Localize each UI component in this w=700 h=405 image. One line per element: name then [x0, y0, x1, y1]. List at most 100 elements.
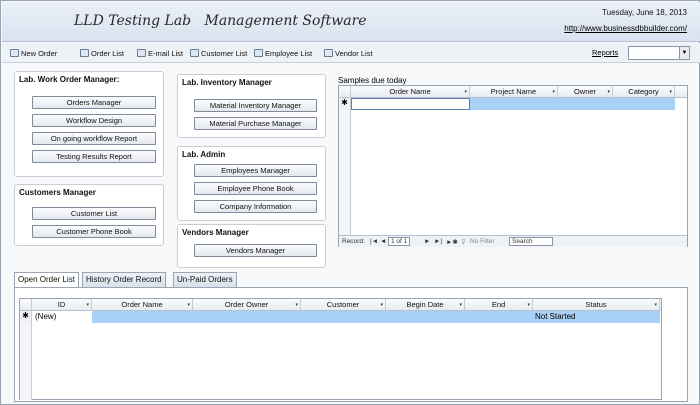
- work-order-panel: Lab. Work Order Manager: Orders Manager …: [14, 71, 164, 177]
- col-label: Project Name: [490, 87, 537, 96]
- col-label: End: [491, 300, 506, 309]
- ongoing-workflow-report-button[interactable]: On going workflow Report: [32, 132, 156, 145]
- workflow-design-button[interactable]: Workflow Design: [32, 114, 156, 127]
- new-record-marker[interactable]: ✱: [339, 98, 351, 110]
- no-filter-label[interactable]: No Filter: [470, 238, 495, 245]
- col-order-name[interactable]: Order Name ▾: [92, 299, 193, 311]
- vendor-list-button[interactable]: Vendor List: [324, 47, 373, 59]
- dropdown-icon[interactable]: ▾: [295, 299, 298, 311]
- col-order-owner[interactable]: Order Owner ▾: [193, 299, 301, 311]
- current-date: Tuesday, June 18, 2013: [602, 8, 687, 17]
- new-row-highlight[interactable]: [470, 98, 675, 110]
- dropdown-icon[interactable]: ▾: [607, 86, 610, 98]
- samples-grid: Order Name ▾ Project Name ▾ Owner ▾ Categor…: [338, 85, 688, 247]
- new-order-label: New Order: [21, 48, 58, 58]
- samples-record-navigator: Record: |◄ ◄ 1 of 1 ► ►| ►✱ ⊽ No Filter …: [339, 235, 687, 247]
- email-icon: [137, 49, 146, 57]
- vendors-manager-button[interactable]: Vendors Manager: [194, 244, 317, 257]
- col-project-name[interactable]: Project Name ▾: [470, 86, 558, 98]
- samples-grid-header: Order Name ▾ Project Name ▾ Owner ▾ Categor…: [339, 86, 687, 98]
- orders-manager-button[interactable]: Orders Manager: [32, 96, 156, 109]
- dropdown-icon[interactable]: ▾: [654, 299, 657, 311]
- col-label: Status: [585, 300, 607, 309]
- dropdown-icon[interactable]: ▾: [552, 86, 555, 98]
- order-list-button[interactable]: Order List: [80, 47, 124, 59]
- tab-unpaid-orders[interactable]: Un-Paid Orders: [173, 272, 237, 287]
- panel-title: Lab. Work Order Manager:: [19, 75, 124, 84]
- employee-list-button[interactable]: Employee List: [254, 47, 312, 59]
- col-label: Owner: [573, 87, 597, 96]
- customer-phone-book-button[interactable]: Customer Phone Book: [32, 225, 156, 238]
- col-id[interactable]: ID ▾: [32, 299, 92, 311]
- panel-title: Lab. Inventory Manager: [182, 78, 276, 87]
- company-information-button[interactable]: Company Information: [194, 200, 317, 213]
- tab-open-order-list[interactable]: Open Order List: [14, 272, 79, 288]
- employees-manager-button[interactable]: Employees Manager: [194, 164, 317, 177]
- col-owner[interactable]: Owner ▾: [558, 86, 613, 98]
- search-box[interactable]: Search: [509, 237, 553, 246]
- employee-list-label: Employee List: [265, 48, 313, 58]
- col-label: Category: [628, 87, 659, 96]
- first-record-icon[interactable]: |◄: [370, 238, 378, 245]
- select-all-cell[interactable]: [339, 86, 351, 98]
- website-link[interactable]: http://www.businessdbbuilder.com/: [564, 24, 687, 33]
- last-record-icon[interactable]: ►|: [434, 238, 442, 245]
- col-label: Customer: [326, 300, 360, 309]
- reports-dropdown[interactable]: ▼: [628, 46, 690, 60]
- employee-phone-book-button[interactable]: Employee Phone Book: [194, 182, 317, 195]
- admin-panel: Lab. Admin Employees Manager Employee Ph…: [177, 146, 326, 221]
- email-list-button[interactable]: E-mail List: [137, 47, 183, 59]
- new-row-order-name-cell[interactable]: [351, 98, 470, 110]
- panel-title: Customers Manager: [19, 188, 100, 197]
- inventory-panel: Lab. Inventory Manager Material Inventor…: [177, 74, 326, 138]
- new-order-button[interactable]: New Order: [10, 47, 57, 59]
- customer-list-panel-button[interactable]: Customer List: [32, 207, 156, 220]
- chevron-down-icon[interactable]: ▼: [679, 47, 689, 59]
- col-label: ID: [57, 300, 66, 309]
- col-order-name[interactable]: Order Name ▾: [351, 86, 470, 98]
- new-row-id-cell[interactable]: (New): [32, 311, 92, 323]
- dropdown-icon[interactable]: ▾: [86, 299, 89, 311]
- new-record-icon[interactable]: ►✱: [446, 238, 458, 246]
- new-row-highlight[interactable]: [92, 311, 533, 323]
- dropdown-icon[interactable]: ▾: [187, 299, 190, 311]
- row-selector-column: [20, 323, 32, 400]
- order-list-label: Order List: [91, 48, 124, 58]
- vendor-list-label: Vendor List: [335, 48, 373, 58]
- new-record-marker[interactable]: ✱: [20, 311, 32, 323]
- col-customer[interactable]: Customer ▾: [301, 299, 386, 311]
- col-label: Begin Date: [406, 300, 444, 309]
- col-label: Order Owner: [224, 300, 269, 309]
- testing-results-report-button[interactable]: Testing Results Report: [32, 150, 156, 163]
- email-list-label: E-mail List: [148, 48, 184, 58]
- prev-record-icon[interactable]: ◄: [380, 238, 386, 245]
- header: LLD Testing Lab Management Software Tues…: [2, 2, 700, 42]
- orders-grid-header: ID ▾ Order Name ▾ Order Owner ▾ Customer ▾ B…: [20, 299, 661, 311]
- col-begin-date[interactable]: Begin Date ▾: [386, 299, 465, 311]
- dropdown-icon[interactable]: ▾: [669, 86, 672, 98]
- row-selector-column: [339, 110, 351, 235]
- material-inventory-manager-button[interactable]: Material Inventory Manager: [194, 99, 317, 112]
- vendors-panel: Vendors Manager Vendors Manager: [177, 224, 326, 268]
- customer-list-label: Customer List: [201, 48, 248, 58]
- col-category[interactable]: Category ▾: [613, 86, 675, 98]
- tab-history-order-record[interactable]: History Order Record: [82, 272, 166, 287]
- dropdown-icon[interactable]: ▾: [464, 86, 467, 98]
- col-label: Order Name: [121, 300, 163, 309]
- customer-icon: [190, 49, 199, 57]
- customer-list-button[interactable]: Customer List: [190, 47, 247, 59]
- record-position[interactable]: 1 of 1: [388, 237, 411, 246]
- employee-icon: [254, 49, 263, 57]
- next-record-icon[interactable]: ►: [424, 238, 430, 245]
- app-window: LLD Testing Lab Management Software Tues…: [0, 0, 700, 405]
- new-row-status-cell[interactable]: Not Started: [533, 311, 660, 323]
- dropdown-icon[interactable]: ▾: [459, 299, 462, 311]
- panel-title: Lab. Admin: [182, 150, 230, 159]
- dropdown-icon[interactable]: ▾: [380, 299, 383, 311]
- select-all-cell[interactable]: [20, 299, 32, 311]
- dropdown-icon[interactable]: ▾: [527, 299, 530, 311]
- col-end[interactable]: End ▾: [465, 299, 533, 311]
- material-purchase-manager-button[interactable]: Material Purchase Manager: [194, 117, 317, 130]
- new-row-id: (New): [35, 312, 57, 321]
- col-status[interactable]: Status ▾: [533, 299, 660, 311]
